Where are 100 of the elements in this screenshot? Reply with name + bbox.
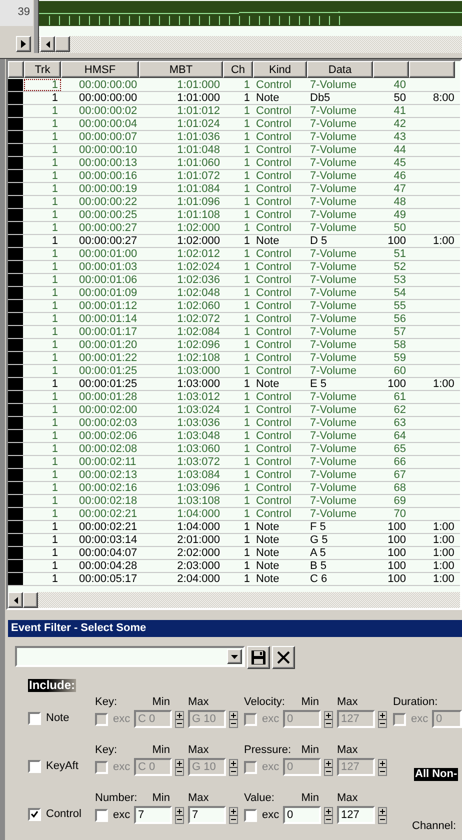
table-cell-text: 00:00:02:18	[78, 495, 138, 507]
table-cell-text: 65	[392, 443, 407, 455]
spin-button[interactable]	[175, 806, 184, 824]
row-marker[interactable]	[8, 196, 24, 208]
scroll-bar[interactable]	[8, 592, 460, 608]
row-marker[interactable]	[8, 105, 24, 117]
table-cell-text: 67	[392, 469, 407, 481]
column-header[interactable]: Ch	[223, 61, 253, 78]
expand-button[interactable]	[16, 36, 31, 52]
column-header[interactable]	[373, 61, 409, 78]
row-marker[interactable]	[8, 469, 24, 481]
row-marker[interactable]	[8, 157, 24, 169]
scroll-left-button[interactable]	[40, 36, 55, 52]
min-field[interactable]: 7	[134, 806, 172, 824]
exc-label: exc	[113, 809, 130, 821]
row-marker[interactable]	[8, 378, 24, 390]
row-marker[interactable]	[8, 547, 24, 559]
header-corner[interactable]	[8, 61, 24, 78]
close-button[interactable]	[272, 646, 295, 669]
table-cell-text: 1	[242, 261, 251, 273]
row-marker[interactable]	[8, 92, 24, 104]
table-cell-text: 7-Volume	[309, 118, 358, 130]
scroll-left-button[interactable]	[8, 592, 23, 608]
column-header[interactable]: HMSF	[61, 61, 139, 78]
row-marker[interactable]	[8, 131, 24, 143]
save-button[interactable]	[247, 646, 270, 669]
row-marker[interactable]	[8, 404, 24, 416]
row-marker[interactable]	[8, 495, 24, 507]
min-field[interactable]: 0	[283, 806, 321, 824]
column-header[interactable]: Kind	[253, 61, 307, 78]
preset-dropdown[interactable]	[15, 646, 245, 667]
splitter-bar[interactable]	[33, 0, 39, 36]
column-header[interactable]: Data	[307, 61, 373, 78]
row-marker[interactable]	[8, 170, 24, 182]
row-marker[interactable]	[8, 352, 24, 364]
row-marker[interactable]	[8, 521, 24, 533]
row-marker[interactable]	[8, 209, 24, 221]
spin-button[interactable]	[229, 806, 238, 824]
spin-button[interactable]	[378, 710, 387, 728]
row-marker[interactable]	[8, 443, 24, 455]
row-marker[interactable]	[8, 508, 24, 520]
row-marker[interactable]	[8, 560, 24, 572]
column-header[interactable]: Trk	[24, 61, 61, 78]
table-cell-text: 00:00:01:00	[78, 248, 138, 260]
table-cell-text: 1	[242, 118, 251, 130]
table-cell-text: Control	[255, 287, 292, 299]
scroll-thumb[interactable]	[55, 36, 70, 52]
spin-button[interactable]	[229, 758, 238, 776]
row-marker[interactable]	[8, 482, 24, 494]
table-cell-text: 1:02:000	[176, 235, 221, 247]
row-marker[interactable]	[8, 118, 24, 130]
table-cell-text: Note	[255, 534, 280, 546]
checkbox[interactable]	[95, 808, 108, 822]
row-marker[interactable]	[8, 235, 24, 247]
table-cell-text: 7-Volume	[309, 222, 358, 234]
row-marker[interactable]	[8, 287, 24, 299]
scroll-bar[interactable]	[39, 36, 462, 53]
row-marker[interactable]	[8, 326, 24, 338]
column-header[interactable]: MBT	[139, 61, 223, 78]
column-header[interactable]	[409, 61, 455, 78]
max-field[interactable]: 127	[337, 806, 375, 824]
spin-button[interactable]	[324, 758, 333, 776]
row-marker[interactable]	[8, 456, 24, 468]
table-cell-text: 1	[242, 209, 251, 221]
spin-button[interactable]	[175, 758, 184, 776]
row-marker[interactable]	[8, 300, 24, 312]
row-marker[interactable]	[8, 183, 24, 195]
table-cell-text: 1	[242, 352, 251, 364]
row-marker[interactable]	[8, 339, 24, 351]
row-marker[interactable]	[8, 313, 24, 325]
table-cell-text: 1:04:000	[176, 521, 221, 533]
row-marker[interactable]	[8, 534, 24, 546]
table-cell-text: Control	[255, 508, 292, 520]
scroll-thumb[interactable]	[23, 592, 38, 608]
checkbox[interactable]	[244, 808, 257, 822]
row-marker[interactable]	[8, 248, 24, 260]
row-marker[interactable]	[8, 417, 24, 429]
row-marker[interactable]	[8, 222, 24, 234]
spin-button[interactable]	[324, 710, 333, 728]
row-marker[interactable]	[8, 144, 24, 156]
row-marker[interactable]	[8, 79, 24, 91]
table-cell-text: Note	[255, 521, 280, 533]
spin-button[interactable]	[229, 710, 238, 728]
max-field[interactable]: 7	[188, 806, 226, 824]
row-marker[interactable]	[8, 261, 24, 273]
spin-button[interactable]	[378, 758, 387, 776]
splitter-bar[interactable]	[33, 36, 39, 53]
row-marker[interactable]	[8, 573, 24, 585]
spin-button[interactable]	[378, 806, 387, 824]
table-cell-text: 1	[50, 313, 59, 325]
spin-button[interactable]	[324, 806, 333, 824]
row-marker[interactable]	[8, 430, 24, 442]
table-cell-text: 1	[242, 300, 251, 312]
row-marker[interactable]	[8, 274, 24, 286]
row-marker[interactable]	[8, 365, 24, 377]
table-cell-text: 1	[50, 365, 59, 377]
spin-button[interactable]	[175, 710, 184, 728]
checkbox[interactable]	[28, 808, 41, 820]
table-cell-text: 1	[242, 144, 251, 156]
row-marker[interactable]	[8, 391, 24, 403]
